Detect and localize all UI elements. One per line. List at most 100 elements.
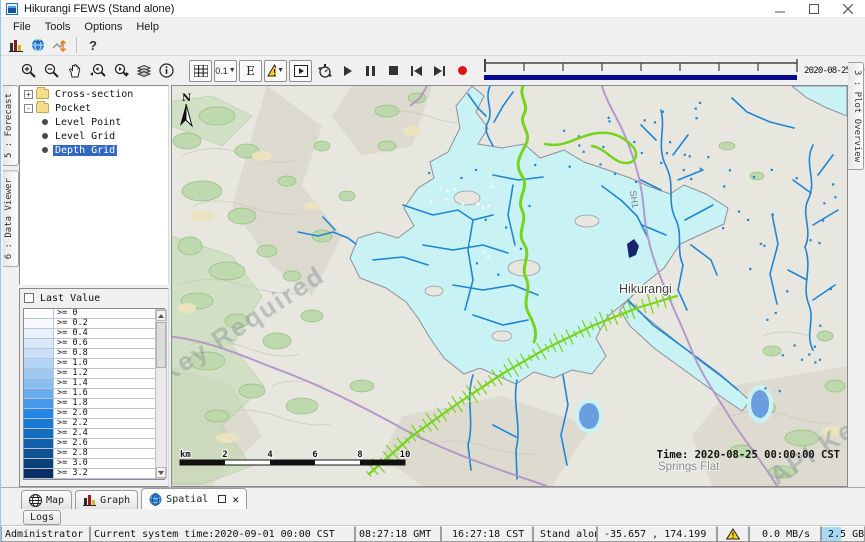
legend-row[interactable]: >= 0.8 xyxy=(24,349,164,359)
database-chart-icon[interactable] xyxy=(5,36,27,55)
grid-display-toggle[interactable] xyxy=(189,60,212,82)
legend-row-label: >= 1.2 xyxy=(54,369,88,378)
tab-data-viewer[interactable]: 6 : Data Viewer xyxy=(3,170,19,267)
tab-graph[interactable]: Graph xyxy=(75,490,138,509)
legend-swatch xyxy=(24,409,54,418)
info-icon[interactable] xyxy=(155,60,178,82)
tab-spatial[interactable]: Spatial ✕ xyxy=(141,488,247,509)
tab-plot-overview[interactable]: 3 : Plot Overview xyxy=(848,62,864,170)
legend-swatch xyxy=(24,379,54,388)
record-icon[interactable] xyxy=(451,60,474,82)
expand-icon[interactable]: + xyxy=(24,90,33,99)
globe-icon[interactable] xyxy=(27,36,49,55)
zoom-in-icon[interactable] xyxy=(17,60,40,82)
animation-panel-button[interactable] xyxy=(289,60,312,82)
bullet-icon xyxy=(42,133,48,139)
legend-scrollbar[interactable] xyxy=(155,309,167,479)
zoom-out-icon[interactable] xyxy=(40,60,63,82)
tab-maximize-icon[interactable] xyxy=(218,495,226,503)
map-canvas[interactable]: SH1 Hikurangi Springs Flat API Key Requi… xyxy=(171,85,848,487)
scale-unit-label: km xyxy=(180,450,191,460)
status-memory: 2.5 GB xyxy=(821,526,865,542)
thresholds-dropdown[interactable]: ▼ xyxy=(264,60,287,82)
tab-map[interactable]: Map xyxy=(21,490,72,509)
north-label: N xyxy=(182,93,191,104)
status-mode: Stand alone xyxy=(533,526,597,542)
menu-bar: File Tools Options Help xyxy=(1,18,865,35)
status-user: Administrator xyxy=(1,526,90,542)
skip-to-start-icon[interactable] xyxy=(405,60,428,82)
legend-row-label: >= 3.0 xyxy=(54,459,88,468)
collapse-icon[interactable]: - xyxy=(24,104,33,113)
folder-icon xyxy=(36,103,49,113)
right-tab-strip: 3 : Plot Overview xyxy=(848,56,865,487)
legend-row[interactable]: >= 2.8 xyxy=(24,449,164,459)
contour-value-dropdown[interactable]: 0.1 ▼ xyxy=(214,60,237,82)
logs-button[interactable]: Logs xyxy=(23,510,61,525)
minimize-icon[interactable] xyxy=(763,0,797,18)
zoom-next-icon[interactable] xyxy=(109,60,132,82)
legend-row[interactable]: >= 2.4 xyxy=(24,429,164,439)
svg-text:2: 2 xyxy=(222,450,227,460)
zoom-previous-icon[interactable] xyxy=(86,60,109,82)
close-icon[interactable] xyxy=(831,0,865,18)
legend-swatch xyxy=(24,449,54,458)
town-label: Hikurangi xyxy=(619,282,672,296)
legend-row-label: >= 0 xyxy=(54,309,77,318)
tree-item-pocket[interactable]: - Pocket xyxy=(20,102,168,114)
tree-item-depth-grid[interactable]: Depth Grid xyxy=(20,144,168,156)
animation-settings-icon[interactable] xyxy=(313,60,336,82)
tree-item-level-grid[interactable]: Level Grid xyxy=(20,130,168,142)
tab-forecast[interactable]: 5 : Forecast xyxy=(3,85,19,166)
tree-item-level-point[interactable]: Level Point xyxy=(20,116,168,128)
stop-icon[interactable] xyxy=(382,60,405,82)
pause-icon[interactable] xyxy=(359,60,382,82)
scroll-up-icon[interactable] xyxy=(156,310,166,321)
legend-row[interactable]: >= 0.6 xyxy=(24,339,164,349)
tab-close-icon[interactable]: ✕ xyxy=(232,493,239,506)
svg-text:8: 8 xyxy=(357,450,362,460)
legend-row[interactable]: >= 1.4 xyxy=(24,379,164,389)
legend-row[interactable]: >= 3.2 xyxy=(24,469,164,479)
menu-tools[interactable]: Tools xyxy=(38,20,78,34)
legend-swatch xyxy=(24,429,54,438)
status-warning-icon[interactable] xyxy=(717,526,749,542)
svg-text:10: 10 xyxy=(400,450,411,460)
legend-row[interactable]: >= 1.8 xyxy=(24,399,164,409)
skip-to-end-icon[interactable] xyxy=(428,60,451,82)
time-span-bar xyxy=(484,75,797,80)
menu-options[interactable]: Options xyxy=(77,20,129,34)
menu-help[interactable]: Help xyxy=(129,20,166,34)
logs-row: Logs xyxy=(1,509,865,525)
tree-item-label-selected: Depth Grid xyxy=(53,145,117,156)
maximize-icon[interactable] xyxy=(797,0,831,18)
legend-row[interactable]: >= 1.0 xyxy=(24,359,164,369)
scrollbar-thumb[interactable] xyxy=(156,322,166,368)
last-value-checkbox[interactable] xyxy=(24,293,34,303)
timeseries-edit-icon[interactable] xyxy=(49,36,71,55)
time-slider-ticks xyxy=(524,63,758,71)
legend-row[interactable]: >= 0 xyxy=(24,309,164,319)
legend-row[interactable]: >= 2.6 xyxy=(24,439,164,449)
menu-file[interactable]: File xyxy=(6,20,38,34)
legend-row[interactable]: >= 2.2 xyxy=(24,419,164,429)
pan-hand-icon[interactable] xyxy=(63,60,86,82)
legend-row[interactable]: >= 0.2 xyxy=(24,319,164,329)
legend-panel: Last Value >= 0>= 0.2>= 0.4>= 0.6>= 0.8>… xyxy=(19,288,169,487)
legend-row[interactable]: >= 2.0 xyxy=(24,409,164,419)
legend-swatch xyxy=(24,419,54,428)
legend-row[interactable]: >= 3.0 xyxy=(24,459,164,469)
legend-row[interactable]: >= 1.2 xyxy=(24,369,164,379)
time-slider[interactable] xyxy=(482,59,800,83)
help-icon[interactable]: ? xyxy=(82,36,104,55)
tree-item-cross-section[interactable]: + Cross-section xyxy=(20,88,168,100)
legend-row[interactable]: >= 1.6 xyxy=(24,389,164,399)
tree-item-label: Pocket xyxy=(53,103,93,114)
tab-spatial-label: Spatial xyxy=(166,494,208,505)
legend-swatch xyxy=(24,439,54,448)
play-icon[interactable] xyxy=(336,60,359,82)
layers-icon[interactable] xyxy=(132,60,155,82)
legend-row[interactable]: >= 0.4 xyxy=(24,329,164,339)
scroll-down-icon[interactable] xyxy=(156,467,166,478)
label-toggle[interactable]: E xyxy=(239,60,262,82)
